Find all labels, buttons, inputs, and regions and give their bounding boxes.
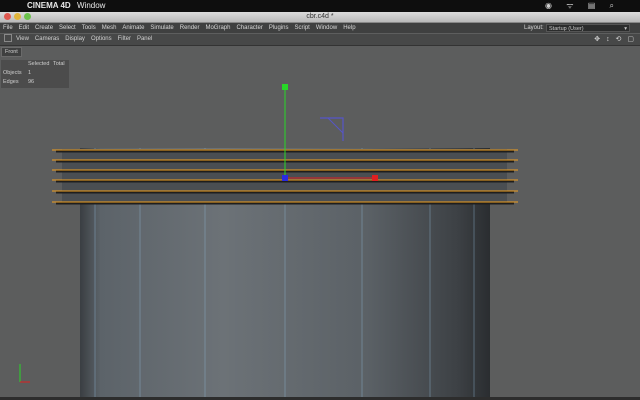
screen: CINEMA 4D Window ◉ ᯤ ▤ ⌕ cbr.c4d * File E… bbox=[0, 0, 640, 400]
layout-label: Layout: bbox=[524, 25, 544, 31]
viewport-front[interactable]: Front Selected Total Objects 1 Edges 96 bbox=[0, 46, 640, 400]
mac-menubar: CINEMA 4D Window ◉ ᯤ ▤ ⌕ bbox=[0, 0, 640, 12]
menu-item-render[interactable]: Render bbox=[180, 23, 200, 33]
move-view-icon[interactable]: ✥ bbox=[594, 36, 602, 43]
stats-hud: Selected Total Objects 1 Edges 96 bbox=[1, 60, 69, 88]
main-menu: File Edit Create Select Tools Mesh Animate Simu… bbox=[3, 23, 362, 33]
menu-item-mograph[interactable]: MoGraph bbox=[205, 23, 230, 33]
app-menubar: File Edit Create Select Tools Mesh Animate Simu… bbox=[0, 23, 640, 33]
menu-item-simulate[interactable]: Simulate bbox=[150, 23, 173, 33]
hud-row-value: 96 bbox=[28, 79, 35, 85]
world-axis-indicator bbox=[19, 364, 30, 383]
hud-row-label: Objects bbox=[3, 70, 22, 76]
viewport-menu-view[interactable]: View bbox=[16, 34, 29, 45]
menu-item-mesh[interactable]: Mesh bbox=[102, 23, 117, 33]
menu-item-script[interactable]: Script bbox=[295, 23, 310, 33]
window-menu[interactable]: Window bbox=[77, 0, 105, 12]
menu-item-help[interactable]: Help bbox=[343, 23, 355, 33]
scroll-view-icon[interactable]: ↕ bbox=[606, 36, 612, 43]
viewport-menu-display[interactable]: Display bbox=[65, 34, 85, 45]
hud-row-value: 1 bbox=[28, 70, 32, 76]
window-title: cbr.c4d * bbox=[306, 13, 334, 20]
viewport-toolbar: View Cameras Display Options Filter Panel ✥ ↕… bbox=[0, 34, 640, 46]
menu-item-plugins[interactable]: Plugins bbox=[269, 23, 289, 33]
layout-value: Startup (User) bbox=[549, 26, 584, 32]
layout-dropdown[interactable]: Startup (User) ▾ bbox=[546, 24, 630, 32]
menu-item-select[interactable]: Select bbox=[59, 23, 76, 33]
menu-item-tools[interactable]: Tools bbox=[82, 23, 96, 33]
hud-col-selected: Selected bbox=[28, 61, 50, 67]
menu-item-window[interactable]: Window bbox=[316, 23, 337, 33]
viewport-name-label[interactable]: Front bbox=[1, 47, 22, 57]
chevron-down-icon: ▾ bbox=[624, 26, 627, 32]
status-icons[interactable]: ◉ ᯤ ▤ ⌕ bbox=[545, 0, 620, 12]
viewport-toggle-icon[interactable] bbox=[4, 34, 12, 43]
app-menu[interactable]: CINEMA 4D bbox=[27, 0, 71, 12]
viewport-menu-options[interactable]: Options bbox=[91, 34, 112, 45]
hud-col-total: Total bbox=[53, 61, 65, 67]
window-titlebar: cbr.c4d * bbox=[0, 12, 640, 23]
view-navigation-icons: ✥ ↕ ⟲ ▢ bbox=[594, 34, 636, 45]
menu-item-animate[interactable]: Animate bbox=[122, 23, 144, 33]
menu-item-file[interactable]: File bbox=[3, 23, 13, 33]
scene-canvas[interactable] bbox=[0, 46, 640, 400]
viewport-menu: View Cameras Display Options Filter Panel bbox=[4, 34, 158, 45]
zoom-view-icon[interactable]: ⟲ bbox=[616, 36, 624, 43]
viewport-menu-filter[interactable]: Filter bbox=[118, 34, 131, 45]
hud-row-label: Edges bbox=[3, 79, 19, 85]
menu-item-edit[interactable]: Edit bbox=[19, 23, 29, 33]
menu-item-character[interactable]: Character bbox=[236, 23, 262, 33]
viewport-menu-cameras[interactable]: Cameras bbox=[35, 34, 59, 45]
maximize-view-icon[interactable]: ▢ bbox=[627, 36, 636, 43]
viewport-menu-panel[interactable]: Panel bbox=[137, 34, 152, 45]
menu-item-create[interactable]: Create bbox=[35, 23, 53, 33]
